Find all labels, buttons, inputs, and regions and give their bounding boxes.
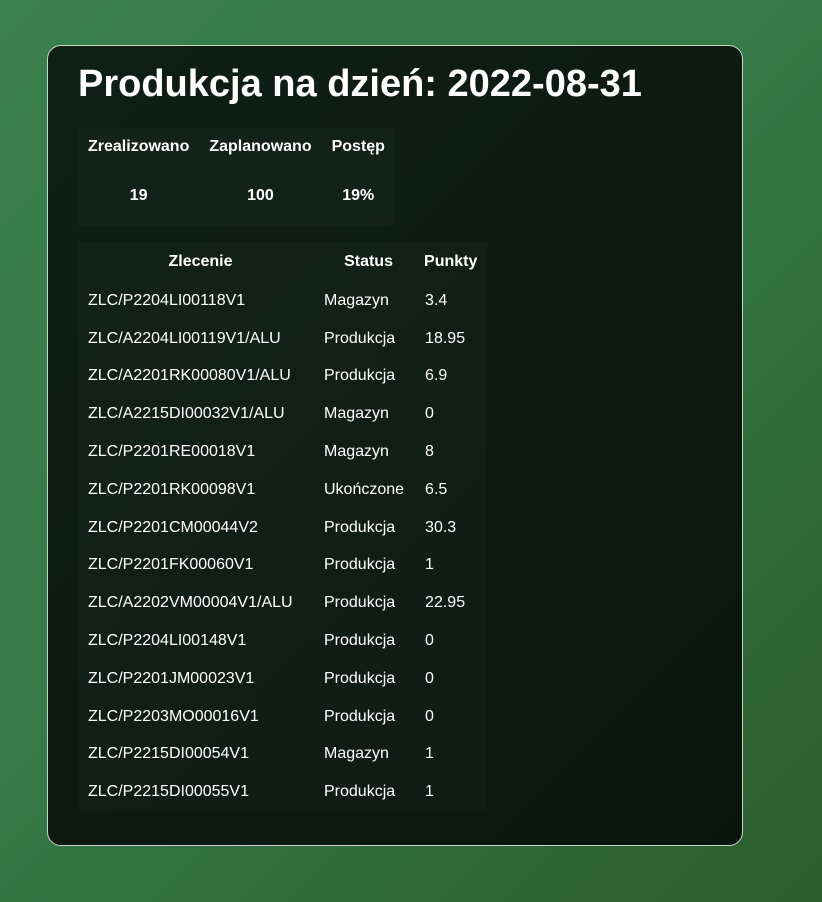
order-status-cell: Produkcja bbox=[324, 669, 396, 687]
summary-table: Zrealizowano Zaplanowano Postęp 19 100 1… bbox=[78, 128, 395, 226]
order-number-cell: ZLC/P2204LI00118V1 bbox=[88, 291, 246, 309]
order-points-cell: 1 bbox=[425, 745, 434, 763]
order-number-cell: ZLC/A2215DI00032V1/ALU bbox=[88, 405, 285, 423]
order-number-cell: ZLC/P2201RE00018V1 bbox=[88, 443, 256, 461]
order-points-cell: 0 bbox=[425, 669, 434, 687]
order-status-cell: Ukończone bbox=[324, 480, 405, 498]
order-number-cell: ZLC/A2201RK00080V1/ALU bbox=[88, 367, 291, 385]
order-status-cell: Produkcja bbox=[324, 594, 396, 612]
order-points-cell: 22.95 bbox=[425, 594, 466, 612]
order-points-cell: 1 bbox=[425, 556, 434, 574]
order-points-cell: 1 bbox=[425, 783, 434, 801]
order-number-cell: ZLC/P2215DI00054V1 bbox=[88, 745, 249, 763]
table-row: ZLC/A2215DI00032V1/ALU Magazyn 0 bbox=[78, 395, 487, 433]
order-status-cell: Produkcja bbox=[324, 707, 396, 725]
table-row: ZLC/P2204LI00148V1 Produkcja 0 bbox=[78, 622, 487, 660]
table-row: ZLC/P2201JM00023V1 Produkcja 0 bbox=[78, 660, 487, 698]
table-row: ZLC/P2201RK00098V1 Ukończone 6.5 bbox=[78, 471, 487, 509]
order-points-cell: 8 bbox=[425, 443, 434, 461]
order-points-cell: 18.95 bbox=[425, 329, 466, 347]
order-number-cell: ZLC/A2202VM00004V1/ALU bbox=[88, 594, 293, 612]
table-row: ZLC/P2201RE00018V1 Magazyn 8 bbox=[78, 433, 487, 471]
order-number-cell: ZLC/A2204LI00119V1/ALU bbox=[88, 329, 281, 347]
table-row: ZLC/P2203MO00016V1 Produkcja 0 bbox=[78, 698, 487, 736]
summary-header-row: Zrealizowano Zaplanowano Postęp bbox=[78, 128, 395, 166]
summary-value-zaplanowano: 100 bbox=[247, 187, 274, 204]
summary-value-postep: 19% bbox=[342, 187, 375, 204]
order-status-cell: Produkcja bbox=[324, 329, 396, 347]
orders-header-row: Zlecenie Status Punkty bbox=[78, 242, 487, 282]
table-row: ZLC/P2201CM00044V2 Produkcja 30.3 bbox=[78, 509, 487, 547]
order-number-cell: ZLC/P2204LI00148V1 bbox=[88, 632, 247, 650]
order-status-cell: Magazyn bbox=[324, 443, 389, 461]
order-number-cell: ZLC/P2201RK00098V1 bbox=[88, 480, 256, 498]
summary-value-zrealizowano: 19 bbox=[129, 187, 148, 204]
table-row: ZLC/P2204LI00118V1 Magazyn 3.4 bbox=[78, 282, 487, 320]
order-status-cell: Magazyn bbox=[324, 745, 389, 763]
table-row: ZLC/A2202VM00004V1/ALU Produkcja 22.95 bbox=[78, 584, 487, 622]
order-points-cell: 6.5 bbox=[425, 480, 448, 498]
order-points-cell: 30.3 bbox=[425, 518, 457, 536]
production-panel: Produkcja na dzień: 2022-08-31 Zrealizow… bbox=[47, 45, 743, 846]
table-row: ZLC/P2201FK00060V1 Produkcja 1 bbox=[78, 547, 487, 585]
table-row: ZLC/P2215DI00054V1 Magazyn 1 bbox=[78, 736, 487, 774]
table-row: ZLC/P2215DI00055V1 Produkcja 1 bbox=[78, 773, 487, 811]
table-row: ZLC/A2201RK00080V1/ALU Produkcja 6.9 bbox=[78, 358, 487, 396]
orders-header-status: Status bbox=[344, 253, 393, 270]
order-status-cell: Produkcja bbox=[324, 367, 396, 385]
order-number-cell: ZLC/P2201CM00044V2 bbox=[88, 518, 258, 536]
order-number-cell: ZLC/P2215DI00055V1 bbox=[88, 783, 249, 801]
order-points-cell: 0 bbox=[425, 405, 434, 423]
orders-header-punkty: Punkty bbox=[424, 253, 478, 270]
page-title: Produkcja na dzień: 2022-08-31 bbox=[78, 63, 642, 105]
order-number-cell: ZLC/P2201FK00060V1 bbox=[88, 556, 254, 574]
order-status-cell: Magazyn bbox=[324, 405, 389, 423]
order-status-cell: Produkcja bbox=[324, 518, 396, 536]
order-status-cell: Produkcja bbox=[324, 556, 396, 574]
order-points-cell: 0 bbox=[425, 632, 434, 650]
orders-table: Zlecenie Status Punkty ZLC/P2204LI00118V… bbox=[78, 242, 487, 811]
summary-header-postep: Postęp bbox=[331, 138, 385, 155]
order-status-cell: Produkcja bbox=[324, 783, 396, 801]
order-number-cell: ZLC/P2201JM00023V1 bbox=[88, 669, 255, 687]
table-row: ZLC/A2204LI00119V1/ALU Produkcja 18.95 bbox=[78, 320, 487, 358]
order-points-cell: 0 bbox=[425, 707, 434, 725]
summary-header-zaplanowano: Zaplanowano bbox=[209, 138, 312, 155]
order-points-cell: 6.9 bbox=[425, 367, 448, 385]
orders-body: ZLC/P2204LI00118V1 Magazyn 3.4 ZLC/A2204LI0… bbox=[78, 282, 487, 811]
order-status-cell: Produkcja bbox=[324, 632, 396, 650]
orders-header-zlecenie: Zlecenie bbox=[168, 253, 233, 270]
order-number-cell: ZLC/P2203MO00016V1 bbox=[88, 707, 259, 725]
order-status-cell: Magazyn bbox=[324, 291, 389, 309]
summary-value-row: 19 100 19% bbox=[78, 166, 395, 226]
order-points-cell: 3.4 bbox=[425, 291, 448, 309]
summary-header-zrealizowano: Zrealizowano bbox=[88, 138, 190, 155]
